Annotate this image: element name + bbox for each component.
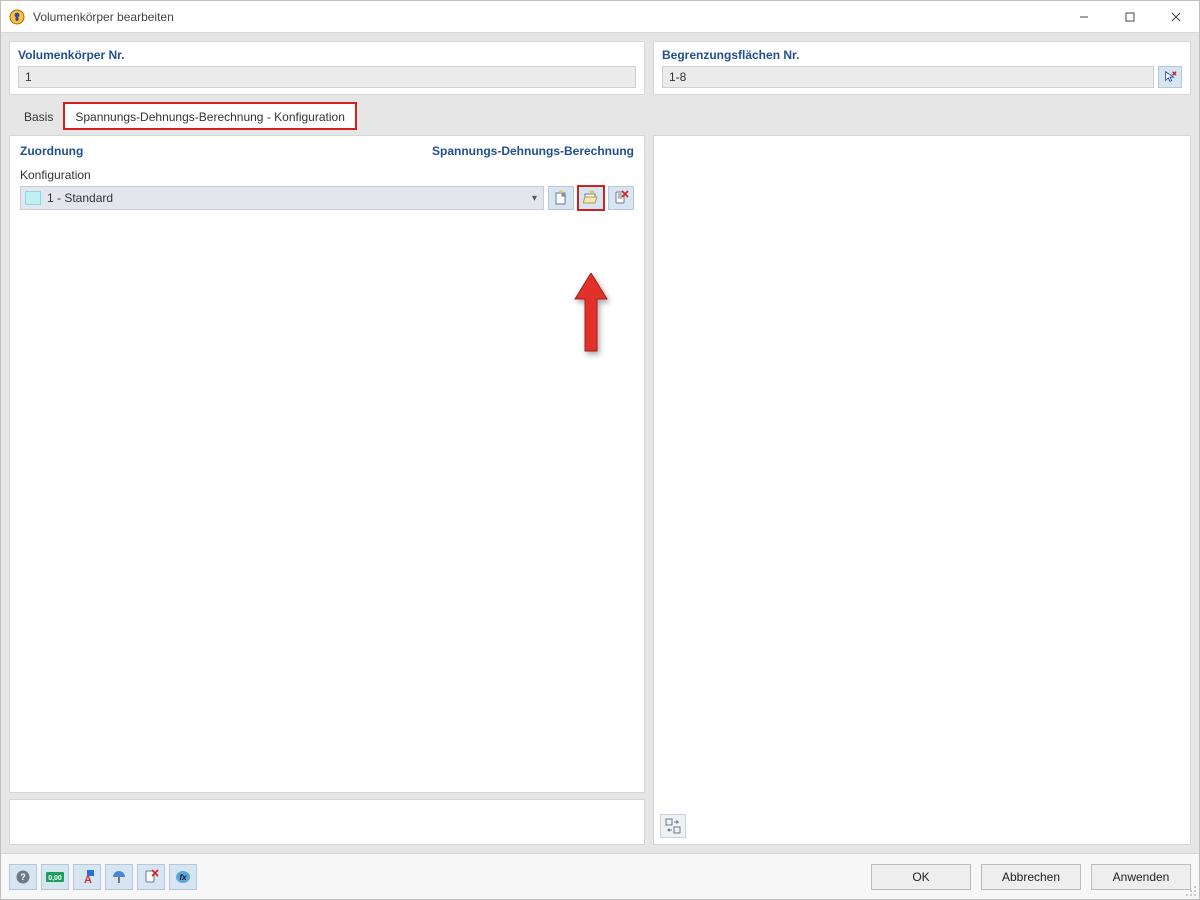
open-file-icon bbox=[583, 190, 599, 206]
svg-text:A: A bbox=[84, 874, 92, 885]
help-icon: ? bbox=[15, 869, 31, 885]
fx-icon: fx bbox=[175, 869, 191, 885]
units-button[interactable]: 0,00 bbox=[41, 864, 69, 890]
svg-text:0,00: 0,00 bbox=[48, 875, 62, 882]
content-left-column: Zuordnung Spannungs-Dehnungs-Berechnung … bbox=[9, 135, 645, 845]
function-button[interactable]: fx bbox=[169, 864, 197, 890]
text-format-icon: A bbox=[79, 869, 95, 885]
viewport-toggle-button[interactable] bbox=[660, 814, 686, 838]
cancel-button[interactable]: Abbrechen bbox=[981, 864, 1081, 890]
pick-surfaces-button[interactable] bbox=[1158, 66, 1182, 88]
text-format-button[interactable]: A bbox=[73, 864, 101, 890]
app-icon bbox=[9, 9, 25, 25]
remove-configuration-button[interactable] bbox=[608, 186, 634, 210]
umbrella-icon bbox=[111, 869, 127, 885]
tab-bar: Basis Spannungs-Dehnungs-Berechnung - Ko… bbox=[9, 101, 1191, 129]
svg-text:?: ? bbox=[20, 872, 26, 882]
edit-configuration-button[interactable] bbox=[578, 186, 604, 210]
content-row: Zuordnung Spannungs-Dehnungs-Berechnung … bbox=[9, 135, 1191, 845]
content-right-column bbox=[653, 135, 1191, 845]
close-button[interactable] bbox=[1153, 1, 1199, 32]
swap-view-icon bbox=[665, 818, 681, 834]
configuration-value: 1 - Standard bbox=[47, 191, 113, 205]
minimize-button[interactable] bbox=[1061, 1, 1107, 32]
remove-clip-icon bbox=[613, 190, 629, 206]
ok-button[interactable]: OK bbox=[871, 864, 971, 890]
boundary-surfaces-input[interactable] bbox=[662, 66, 1154, 88]
configuration-combo[interactable]: 1 - Standard ▾ bbox=[20, 186, 544, 210]
tab-stress-strain-config[interactable]: Spannungs-Dehnungs-Berechnung - Konfigur… bbox=[64, 103, 356, 129]
section-title-right: Spannungs-Dehnungs-Berechnung bbox=[432, 144, 634, 158]
clipboard-button[interactable] bbox=[137, 864, 165, 890]
cursor-pick-icon bbox=[1163, 70, 1177, 84]
preview-viewport[interactable] bbox=[653, 135, 1191, 845]
units-icon: 0,00 bbox=[46, 870, 64, 884]
maximize-button[interactable] bbox=[1107, 1, 1153, 32]
apply-button[interactable]: Anwenden bbox=[1091, 864, 1191, 890]
assignment-card: Zuordnung Spannungs-Dehnungs-Berechnung … bbox=[9, 135, 645, 793]
client-area: Volumenkörper Nr. Begrenzungsflächen Nr. bbox=[1, 33, 1199, 853]
section-title-left: Zuordnung bbox=[20, 144, 83, 158]
svg-text:fx: fx bbox=[179, 873, 187, 882]
new-file-icon bbox=[553, 190, 569, 206]
resize-grip-icon[interactable] bbox=[1183, 883, 1197, 897]
boundary-surfaces-panel: Begrenzungsflächen Nr. bbox=[653, 41, 1191, 95]
tab-basis[interactable]: Basis bbox=[13, 103, 64, 129]
header-fields-row: Volumenkörper Nr. Begrenzungsflächen Nr. bbox=[9, 41, 1191, 95]
window-title: Volumenkörper bearbeiten bbox=[33, 10, 174, 24]
info-card bbox=[9, 799, 645, 845]
solid-number-input[interactable] bbox=[18, 66, 636, 88]
boundary-surfaces-label: Begrenzungsflächen Nr. bbox=[662, 48, 1182, 62]
dialog-window: Volumenkörper bearbeiten Volumenkörper N… bbox=[0, 0, 1200, 900]
new-configuration-button[interactable] bbox=[548, 186, 574, 210]
color-button[interactable] bbox=[105, 864, 133, 890]
solid-number-label: Volumenkörper Nr. bbox=[18, 48, 636, 62]
help-button[interactable]: ? bbox=[9, 864, 37, 890]
solid-number-panel: Volumenkörper Nr. bbox=[9, 41, 645, 95]
dialog-footer: ? 0,00 A bbox=[1, 853, 1199, 899]
titlebar: Volumenkörper bearbeiten bbox=[1, 1, 1199, 33]
configuration-color-swatch bbox=[25, 191, 41, 205]
chevron-down-icon: ▾ bbox=[532, 193, 537, 204]
configuration-label: Konfiguration bbox=[20, 168, 634, 182]
clipboard-x-icon bbox=[143, 869, 159, 885]
